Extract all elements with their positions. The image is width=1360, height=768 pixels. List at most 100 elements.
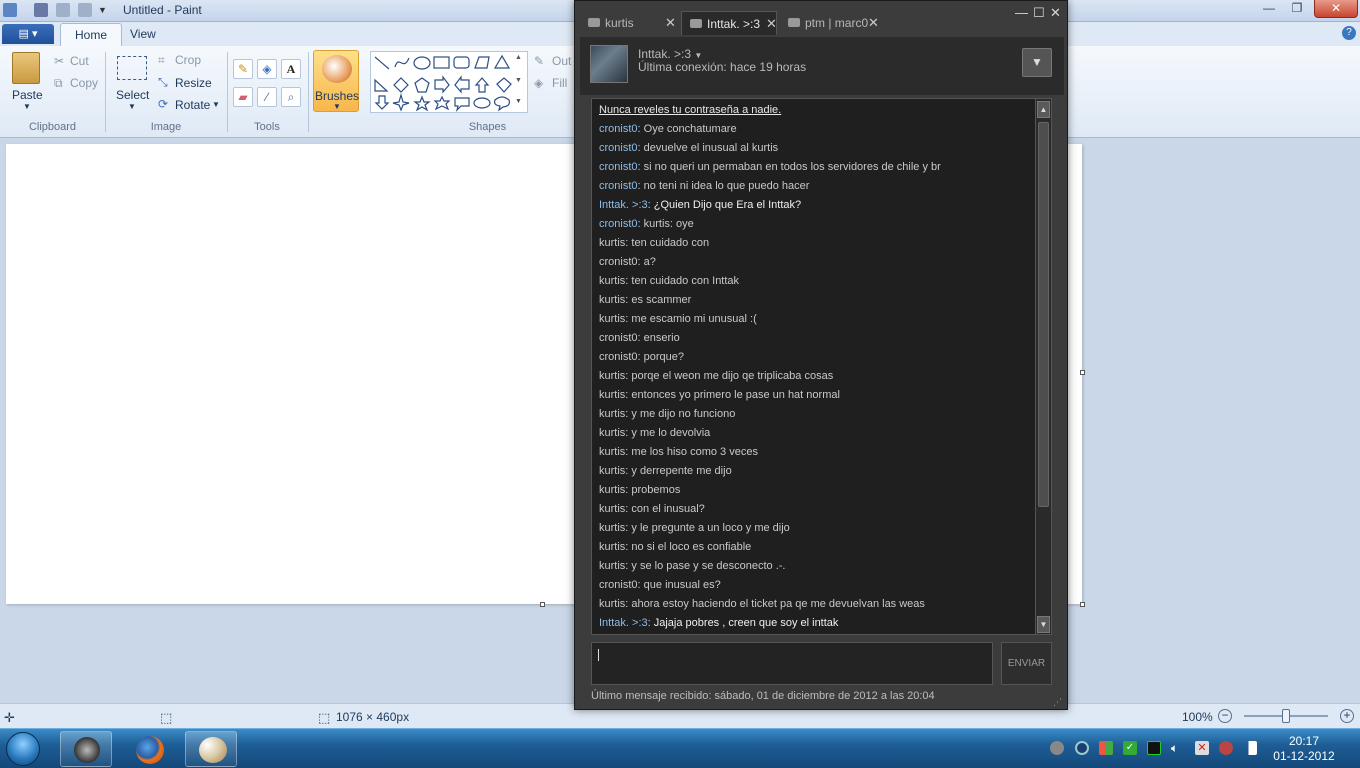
paint-menu-button[interactable]: ▤ ▾	[2, 24, 54, 44]
message-sender[interactable]: Inttak. >:3	[599, 199, 648, 211]
message-sender[interactable]: cronist0	[599, 351, 638, 363]
volume-icon[interactable]: 🔈︎	[1171, 741, 1185, 755]
shapes-scroll-down-icon[interactable]: ▼	[515, 77, 522, 84]
send-button[interactable]: ENVIAR	[1001, 642, 1052, 685]
message-sender[interactable]: cronist0	[599, 332, 638, 344]
message-sender[interactable]: kurtis	[599, 408, 625, 420]
tab-view[interactable]: View	[116, 23, 170, 46]
tray-check-icon[interactable]: ✓	[1123, 741, 1137, 755]
shapes-expand-icon[interactable]: ▼	[515, 98, 522, 105]
chat-message-input[interactable]	[591, 642, 993, 685]
resize-handle-right[interactable]	[1080, 370, 1085, 375]
message-sender[interactable]: kurtis	[599, 275, 625, 287]
message-sender[interactable]: kurtis	[599, 389, 625, 401]
close-tab-icon[interactable]: ✕	[665, 11, 676, 35]
message-sender[interactable]: kurtis	[599, 560, 625, 572]
resize-handle-corner[interactable]	[1080, 602, 1085, 607]
zoom-in-icon[interactable]: +	[1340, 709, 1354, 723]
message-sender[interactable]: kurtis	[599, 370, 625, 382]
outline-button[interactable]: Out	[552, 54, 571, 68]
zoom-out-icon[interactable]: −	[1218, 709, 1232, 723]
shapes-scroll-up-icon[interactable]: ▲	[515, 54, 522, 61]
chat-options-dropdown[interactable]: ▼	[1022, 48, 1052, 77]
message-sender[interactable]: cronist0	[599, 218, 638, 230]
paste-icon[interactable]	[12, 52, 40, 84]
message-sender[interactable]: kurtis	[599, 313, 625, 325]
select-icon[interactable]	[117, 56, 147, 80]
shapes-grid-icon[interactable]	[371, 52, 527, 112]
steam-tray-icon[interactable]	[1050, 741, 1064, 755]
message-sender[interactable]: kurtis	[599, 446, 625, 458]
tray-app-icon[interactable]	[1075, 741, 1089, 755]
paint-taskbar-icon[interactable]	[185, 731, 237, 767]
paste-button[interactable]: Paste	[12, 88, 43, 102]
start-button[interactable]	[6, 732, 40, 766]
help-icon[interactable]: ?	[1342, 26, 1356, 40]
paste-dropdown-icon[interactable]: ▼	[23, 102, 31, 111]
message-sender[interactable]: kurtis	[599, 294, 625, 306]
message-sender[interactable]: kurtis	[599, 484, 625, 496]
fill-bucket-icon[interactable]: ◈	[257, 59, 277, 79]
select-button[interactable]: Select	[116, 88, 149, 102]
magnifier-icon[interactable]: ⌕	[281, 87, 301, 107]
minimize-button[interactable]: —	[1255, 0, 1283, 18]
scroll-up-icon[interactable]: ▲	[1037, 101, 1050, 118]
message-sender[interactable]: kurtis	[599, 465, 625, 477]
message-sender[interactable]: cronist0	[599, 256, 638, 268]
message-sender[interactable]: kurtis	[599, 503, 625, 515]
message-sender[interactable]: cronist0	[599, 123, 638, 135]
close-tab-icon[interactable]: ✕	[868, 11, 879, 35]
rotate-button[interactable]: Rotate	[175, 98, 210, 112]
cut-button[interactable]: Cut	[70, 54, 89, 68]
chat-close-button[interactable]: ✕	[1050, 5, 1061, 21]
resize-button[interactable]: Resize	[175, 76, 212, 90]
taskbar-clock[interactable]: 20:17 01-12-2012	[1268, 734, 1340, 764]
fill-button[interactable]: Fill	[552, 76, 567, 90]
brushes-button[interactable]: Brushes ▼	[313, 50, 359, 112]
color-picker-icon[interactable]: ⁄	[257, 87, 277, 107]
firefox-taskbar-icon[interactable]	[122, 731, 174, 767]
razer-tray-icon[interactable]	[1147, 741, 1161, 755]
text-tool-icon[interactable]: A	[281, 59, 301, 79]
close-button[interactable]: ✕	[1314, 0, 1358, 18]
maximize-button[interactable]: ❐	[1283, 0, 1311, 18]
pencil-icon[interactable]: ✎	[233, 59, 253, 79]
chat-tab-ptm-marc0[interactable]: ptm | marc0 ✕	[780, 11, 885, 35]
chat-tab-kurtis[interactable]: kurtis ✕	[580, 11, 680, 35]
message-sender[interactable]: kurtis	[599, 541, 625, 553]
shapes-gallery[interactable]	[370, 51, 528, 113]
rotate-dropdown-icon[interactable]: ▼	[212, 100, 220, 109]
scroll-thumb[interactable]	[1038, 122, 1049, 507]
redo-icon[interactable]	[78, 3, 92, 17]
tab-home[interactable]: Home	[60, 23, 123, 46]
message-sender[interactable]: cronist0	[599, 161, 638, 173]
message-sender[interactable]: kurtis	[599, 522, 625, 534]
quick-access-dropdown-icon[interactable]: ▼	[98, 3, 112, 17]
resize-grip-icon[interactable]: ⋰	[1053, 697, 1063, 707]
message-sender[interactable]: cronist0	[599, 180, 638, 192]
select-dropdown-icon[interactable]: ▼	[128, 102, 136, 111]
message-sender[interactable]: kurtis	[599, 237, 625, 249]
action-center-icon[interactable]: ✕	[1195, 741, 1209, 755]
close-tab-icon[interactable]: ✕	[766, 12, 777, 36]
chat-maximize-button[interactable]: ☐	[1033, 5, 1045, 21]
steam-taskbar-icon[interactable]	[60, 731, 112, 767]
save-icon[interactable]	[34, 3, 48, 17]
tray-app-icon[interactable]	[1099, 741, 1113, 755]
message-sender[interactable]: Inttak. >:3	[599, 617, 648, 629]
eraser-icon[interactable]: ▰	[233, 87, 253, 107]
message-sender[interactable]: kurtis	[599, 427, 625, 439]
message-sender[interactable]: cronist0	[599, 579, 638, 591]
friend-avatar[interactable]	[590, 45, 628, 83]
scroll-down-icon[interactable]: ▼	[1037, 616, 1050, 633]
network-signal-icon[interactable]	[1243, 741, 1257, 755]
copy-button[interactable]: Copy	[70, 76, 98, 90]
resize-handle-bottom[interactable]	[540, 602, 545, 607]
friend-name[interactable]: Inttak. >:3 ▼	[638, 47, 702, 61]
tray-app-icon[interactable]	[1219, 741, 1233, 755]
crop-button[interactable]: Crop	[175, 53, 201, 67]
undo-icon[interactable]	[56, 3, 70, 17]
chat-tab-inttak[interactable]: Inttak. >:3 ✕	[681, 11, 777, 35]
message-sender[interactable]: kurtis	[599, 598, 625, 610]
chat-minimize-button[interactable]: —	[1015, 5, 1028, 20]
